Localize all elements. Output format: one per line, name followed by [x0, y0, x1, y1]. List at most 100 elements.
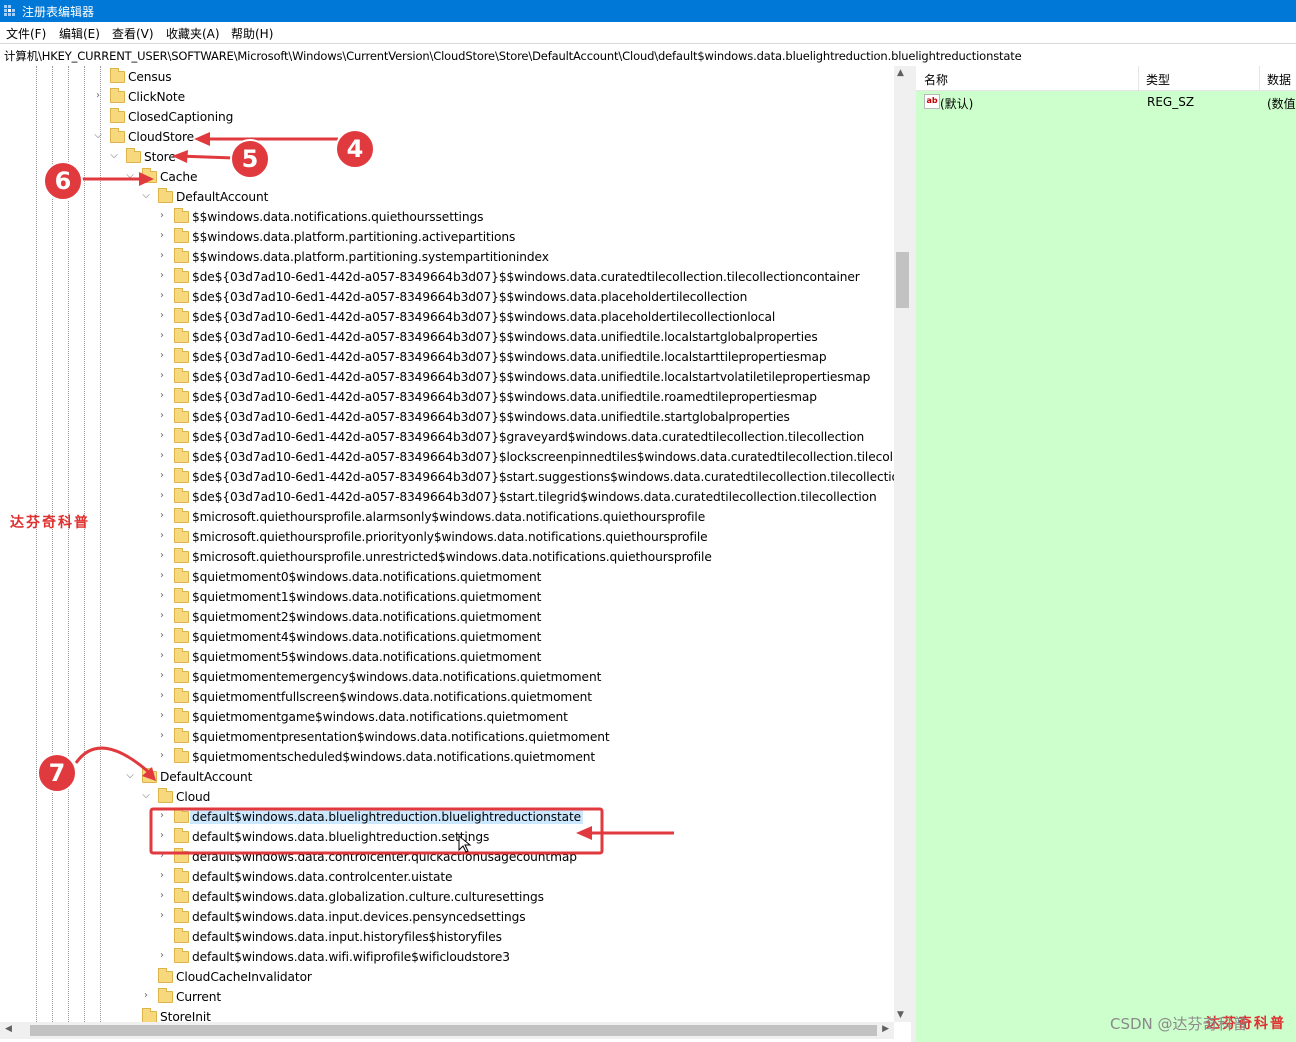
tree-node[interactable]: ⌵ Cloud	[0, 787, 894, 807]
tree-node[interactable]: › $quietmoment4$windows.data.notification…	[0, 627, 894, 647]
expand-chevron-icon[interactable]: ›	[155, 449, 169, 463]
expand-chevron-icon[interactable]: ›	[155, 569, 169, 583]
tree-node-label[interactable]: $de${03d7ad10-6ed1-442d-a057-8349664b3d0…	[192, 350, 827, 364]
tree-node-label[interactable]: $de${03d7ad10-6ed1-442d-a057-8349664b3d0…	[192, 430, 864, 444]
tree-node-label[interactable]: default$windows.data.bluelightreduction.…	[190, 810, 584, 824]
menu-edit[interactable]: 编辑(E)	[59, 25, 100, 42]
key-tree[interactable]: Census › ClickNote ClosedCaptioning ⌵ CloudSt…	[0, 66, 894, 1022]
expand-chevron-icon[interactable]: ›	[155, 869, 169, 883]
tree-node[interactable]: ⌵ Store	[0, 147, 894, 167]
expand-chevron-icon[interactable]: ›	[139, 989, 153, 1003]
tree-node[interactable]: › $$windows.data.notifications.quiethours…	[0, 207, 894, 227]
collapse-chevron-icon[interactable]: ⌵	[139, 189, 153, 203]
tree-node-label[interactable]: $de${03d7ad10-6ed1-442d-a057-8349664b3d0…	[192, 410, 790, 424]
expand-chevron-icon[interactable]: ›	[155, 489, 169, 503]
expand-chevron-icon[interactable]: ›	[155, 949, 169, 963]
address-path[interactable]: 计算机\HKEY_CURRENT_USER\SOFTWARE\Microsoft…	[4, 48, 1022, 64]
tree-node-label[interactable]: $microsoft.quiethoursprofile.alarmsonly$…	[192, 510, 705, 524]
tree-node[interactable]: › $microsoft.quiethoursprofile.unrestrict…	[0, 547, 894, 567]
expand-chevron-icon[interactable]: ›	[155, 249, 169, 263]
tree-node-label[interactable]: $microsoft.quiethoursprofile.priorityonl…	[192, 530, 708, 544]
column-divider[interactable]	[1259, 66, 1260, 90]
tree-node-label[interactable]: $$windows.data.notifications.quiethourss…	[192, 210, 483, 224]
tree-node[interactable]: › $$windows.data.platform.partitioning.ac…	[0, 227, 894, 247]
tree-node[interactable]: ⌵ DefaultAccount	[0, 767, 894, 787]
tree-node[interactable]: CloudCacheInvalidator	[0, 967, 894, 987]
tree-node-label[interactable]: $de${03d7ad10-6ed1-442d-a057-8349664b3d0…	[192, 470, 894, 484]
tree-node[interactable]: › default$windows.data.input.devices.pens…	[0, 907, 894, 927]
scroll-thumb[interactable]	[896, 252, 909, 308]
menu-favorites[interactable]: 收藏夹(A)	[166, 25, 220, 42]
tree-node[interactable]: › $quietmoment5$windows.data.notification…	[0, 647, 894, 667]
expand-chevron-icon[interactable]: ›	[155, 709, 169, 723]
tree-node[interactable]: › default$windows.data.bluelightreduction…	[0, 807, 894, 827]
column-name[interactable]: 名称	[924, 71, 948, 88]
tree-node[interactable]: › default$windows.data.globalization.cult…	[0, 887, 894, 907]
expand-chevron-icon[interactable]: ›	[155, 529, 169, 543]
tree-node[interactable]: › $de${03d7ad10-6ed1-442d-a057-8349664b3d…	[0, 467, 894, 487]
scroll-left-icon[interactable]: ◀	[5, 1024, 12, 1034]
expand-chevron-icon[interactable]: ›	[155, 269, 169, 283]
tree-node-label[interactable]: default$windows.data.bluelightreduction.…	[192, 830, 489, 844]
tree-node-label[interactable]: $de${03d7ad10-6ed1-442d-a057-8349664b3d0…	[192, 370, 870, 384]
expand-chevron-icon[interactable]: ›	[155, 749, 169, 763]
expand-chevron-icon[interactable]: ›	[155, 509, 169, 523]
expand-chevron-icon[interactable]: ›	[155, 889, 169, 903]
tree-node[interactable]: › $quietmoment2$windows.data.notification…	[0, 607, 894, 627]
value-row[interactable]: ab (默认) REG_SZ (数值	[916, 92, 1296, 112]
tree-node[interactable]: › $de${03d7ad10-6ed1-442d-a057-8349664b3d…	[0, 267, 894, 287]
tree-node[interactable]: › $de${03d7ad10-6ed1-442d-a057-8349664b3d…	[0, 407, 894, 427]
tree-node-label[interactable]: ClosedCaptioning	[128, 110, 233, 124]
tree-horizontal-scrollbar[interactable]: ◀ ▶	[0, 1022, 894, 1039]
expand-chevron-icon[interactable]: ›	[155, 209, 169, 223]
collapse-chevron-icon[interactable]: ⌵	[107, 149, 121, 163]
collapse-chevron-icon[interactable]: ⌵	[123, 169, 137, 183]
tree-node-label[interactable]: $quietmoment2$windows.data.notifications…	[192, 610, 541, 624]
collapse-chevron-icon[interactable]: ⌵	[139, 789, 153, 803]
tree-node[interactable]: › $quietmoment1$windows.data.notification…	[0, 587, 894, 607]
tree-node[interactable]: ⌵ CloudStore	[0, 127, 894, 147]
tree-node[interactable]: › $quietmoment0$windows.data.notification…	[0, 567, 894, 587]
tree-node-label[interactable]: default$windows.data.controlcenter.uista…	[192, 870, 453, 884]
tree-node[interactable]: › $quietmomentpresentation$windows.data.n…	[0, 727, 894, 747]
expand-chevron-icon[interactable]: ›	[155, 289, 169, 303]
tree-node[interactable]: › $de${03d7ad10-6ed1-442d-a057-8349664b3d…	[0, 307, 894, 327]
tree-node-label[interactable]: $$windows.data.platform.partitioning.act…	[192, 230, 515, 244]
expand-chevron-icon[interactable]: ›	[155, 729, 169, 743]
address-bar[interactable]: 计算机\HKEY_CURRENT_USER\SOFTWARE\Microsoft…	[0, 43, 1296, 67]
expand-chevron-icon[interactable]: ›	[155, 409, 169, 423]
tree-node-label[interactable]: default$windows.data.globalization.cultu…	[192, 890, 544, 904]
tree-node-label[interactable]: $de${03d7ad10-6ed1-442d-a057-8349664b3d0…	[192, 310, 775, 324]
tree-node[interactable]: › $$windows.data.platform.partitioning.sy…	[0, 247, 894, 267]
tree-node-label[interactable]: $quietmoment1$windows.data.notifications…	[192, 590, 541, 604]
tree-node-label[interactable]: ClickNote	[128, 90, 185, 104]
tree-node-label[interactable]: $quietmomentemergency$windows.data.notif…	[192, 670, 601, 684]
tree-node-label[interactable]: Cloud	[176, 790, 210, 804]
tree-node[interactable]: › default$windows.data.wifi.wifiprofile$w…	[0, 947, 894, 967]
tree-node[interactable]: › $de${03d7ad10-6ed1-442d-a057-8349664b3d…	[0, 367, 894, 387]
tree-node[interactable]: › ClickNote	[0, 87, 894, 107]
tree-node[interactable]: › $quietmomentscheduled$windows.data.noti…	[0, 747, 894, 767]
collapse-chevron-icon[interactable]: ⌵	[123, 769, 137, 783]
expand-chevron-icon[interactable]: ›	[155, 389, 169, 403]
tree-node-label[interactable]: $de${03d7ad10-6ed1-442d-a057-8349664b3d0…	[192, 330, 818, 344]
tree-node-label[interactable]: $quietmomentscheduled$windows.data.notif…	[192, 750, 595, 764]
expand-chevron-icon[interactable]: ›	[155, 909, 169, 923]
tree-node-label[interactable]: $de${03d7ad10-6ed1-442d-a057-8349664b3d0…	[192, 270, 860, 284]
tree-node-label[interactable]: $de${03d7ad10-6ed1-442d-a057-8349664b3d0…	[192, 290, 747, 304]
tree-node[interactable]: › default$windows.data.controlcenter.uist…	[0, 867, 894, 887]
tree-node-label[interactable]: default$windows.data.wifi.wifiprofile$wi…	[192, 950, 510, 964]
expand-chevron-icon[interactable]: ›	[91, 89, 105, 103]
tree-node[interactable]: › $de${03d7ad10-6ed1-442d-a057-8349664b3d…	[0, 487, 894, 507]
tree-node[interactable]: › default$windows.data.bluelightreduction…	[0, 827, 894, 847]
expand-chevron-icon[interactable]: ›	[155, 229, 169, 243]
tree-node-label[interactable]: Census	[128, 70, 172, 84]
tree-node[interactable]: › $de${03d7ad10-6ed1-442d-a057-8349664b3d…	[0, 287, 894, 307]
tree-node-label[interactable]: CloudStore	[128, 130, 194, 144]
tree-node[interactable]: › $quietmomentemergency$windows.data.noti…	[0, 667, 894, 687]
expand-chevron-icon[interactable]: ›	[155, 649, 169, 663]
tree-node-label[interactable]: default$windows.data.input.historyfiles$…	[192, 930, 502, 944]
tree-node-label[interactable]: StoreInit	[160, 1010, 211, 1022]
tree-node[interactable]: ⌵ DefaultAccount	[0, 187, 894, 207]
tree-node-label[interactable]: Cache	[160, 170, 198, 184]
